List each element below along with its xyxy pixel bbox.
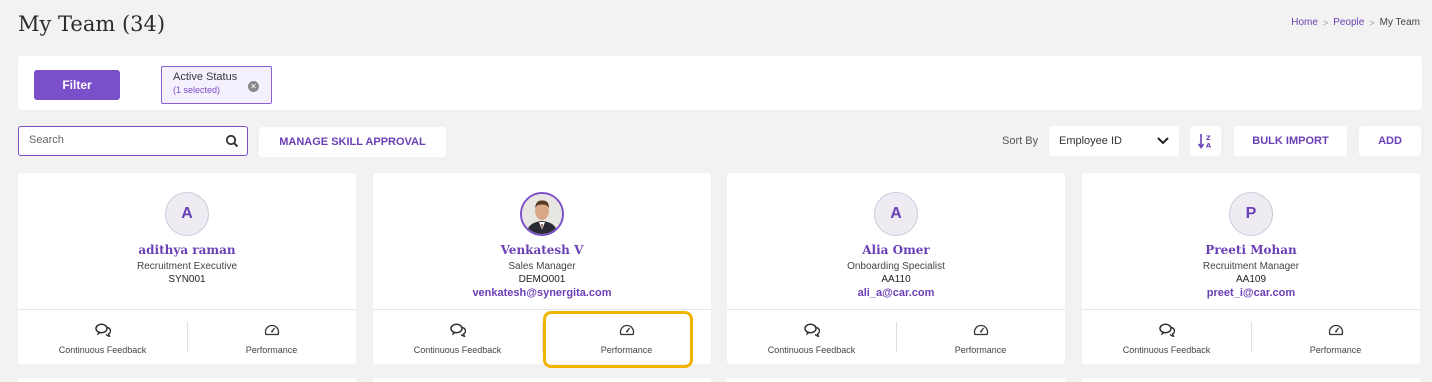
employee-email[interactable]: venkatesh@synergita.com: [373, 287, 711, 299]
continuous-feedback-label: Continuous Feedback: [413, 345, 502, 355]
employee-id: AA109: [1235, 274, 1267, 285]
continuous-feedback-label: Continuous Feedback: [767, 345, 856, 355]
avatar-photo: [520, 192, 564, 236]
search-box: [18, 126, 248, 156]
speedometer-icon: [264, 324, 279, 336]
chat-bubbles-icon: [1158, 323, 1175, 337]
speedometer-icon: [973, 324, 988, 336]
employee-card[interactable]: A adithya raman Recruitment Executive SY…: [18, 173, 356, 364]
employee-name[interactable]: Alia Omer: [727, 243, 1065, 257]
continuous-feedback-label: Continuous Feedback: [1122, 345, 1211, 355]
chat-bubbles-icon: [94, 323, 111, 337]
bulk-import-button[interactable]: BULK IMPORT: [1234, 126, 1347, 156]
chevron-down-icon: [1157, 137, 1169, 145]
employee-name[interactable]: adithya raman: [18, 243, 356, 257]
performance-button[interactable]: Performance: [1251, 310, 1420, 365]
employee-role: Sales Manager: [508, 261, 576, 272]
performance-label: Performance: [954, 345, 1007, 355]
chat-bubbles-icon: [803, 323, 820, 337]
continuous-feedback-button[interactable]: Continuous Feedback: [373, 310, 542, 365]
employee-card-partial: [373, 378, 711, 382]
breadcrumb-home[interactable]: Home: [1291, 17, 1318, 28]
employee-id: DEMO001: [518, 274, 566, 285]
performance-button[interactable]: Performance: [187, 310, 356, 365]
svg-text:A: A: [1206, 142, 1211, 150]
filter-bar: Filter Active Status (1 selected) ✕: [18, 56, 1422, 110]
manage-skill-approval-button[interactable]: MANAGE SKILL APPROVAL: [259, 127, 446, 157]
employee-id: SYN001: [168, 274, 206, 285]
avatar: A: [165, 192, 209, 236]
employee-card[interactable]: A Alia Omer Onboarding Specialist AA110 …: [727, 173, 1065, 364]
chat-bubbles-icon: [449, 323, 466, 337]
employee-role: Recruitment Executive: [136, 261, 238, 272]
sort-by-select[interactable]: Employee ID: [1049, 126, 1179, 156]
continuous-feedback-button[interactable]: Continuous Feedback: [1082, 310, 1251, 365]
employee-card-partial: [1082, 378, 1420, 382]
search-icon[interactable]: [225, 134, 239, 148]
performance-button[interactable]: Performance: [896, 310, 1065, 365]
employee-name[interactable]: Venkatesh V: [373, 243, 711, 257]
performance-label: Performance: [245, 345, 298, 355]
add-button[interactable]: ADD: [1359, 126, 1421, 156]
chevron-right-icon: >: [1322, 17, 1329, 28]
performance-button[interactable]: Performance: [542, 310, 711, 365]
person-photo-icon: [522, 194, 562, 234]
breadcrumb-people[interactable]: People: [1333, 17, 1364, 28]
breadcrumb-current: My Team: [1379, 17, 1420, 28]
employee-card[interactable]: Venkatesh V Sales Manager DEMO001 venkat…: [373, 173, 711, 364]
performance-label: Performance: [1309, 345, 1362, 355]
remove-filter-icon[interactable]: ✕: [248, 81, 259, 92]
card-actions: Continuous Feedback Performance: [1082, 309, 1420, 364]
chevron-right-icon: >: [1369, 17, 1375, 28]
sort-by-label: Sort By: [1002, 135, 1039, 147]
avatar: A: [874, 192, 918, 236]
card-actions: Continuous Feedback Performance: [373, 309, 711, 364]
speedometer-icon: [1328, 324, 1343, 336]
employee-card-partial: [727, 378, 1065, 382]
employee-name[interactable]: Preeti Mohan: [1082, 243, 1420, 257]
sort-order-button[interactable]: Z A: [1190, 126, 1221, 156]
card-actions: Continuous Feedback Performance: [18, 309, 356, 364]
employee-card-partial: [18, 378, 356, 382]
continuous-feedback-button[interactable]: Continuous Feedback: [727, 310, 896, 365]
employee-id: AA110: [881, 274, 911, 285]
employee-email[interactable]: preet_i@car.com: [1082, 287, 1420, 299]
avatar: P: [1229, 192, 1273, 236]
continuous-feedback-label: Continuous Feedback: [58, 345, 147, 355]
employee-email[interactable]: ali_a@car.com: [727, 287, 1065, 299]
performance-label: Performance: [600, 345, 653, 355]
employee-role: Onboarding Specialist: [847, 261, 945, 272]
search-input[interactable]: [29, 134, 219, 146]
employee-card[interactable]: P Preeti Mohan Recruitment Manager AA109…: [1082, 173, 1420, 364]
continuous-feedback-button[interactable]: Continuous Feedback: [18, 310, 187, 365]
employee-role: Recruitment Manager: [1202, 261, 1300, 272]
breadcrumb: Home > People > My Team: [1291, 17, 1420, 28]
filter-button[interactable]: Filter: [34, 70, 120, 100]
sort-by-value: Employee ID: [1059, 135, 1122, 147]
card-actions: Continuous Feedback Performance: [727, 309, 1065, 364]
active-status-filter-chip[interactable]: Active Status (1 selected) ✕: [161, 66, 272, 104]
page-title: My Team (34): [18, 12, 166, 36]
speedometer-icon: [619, 324, 634, 336]
sort-az-icon: Z A: [1198, 134, 1211, 150]
